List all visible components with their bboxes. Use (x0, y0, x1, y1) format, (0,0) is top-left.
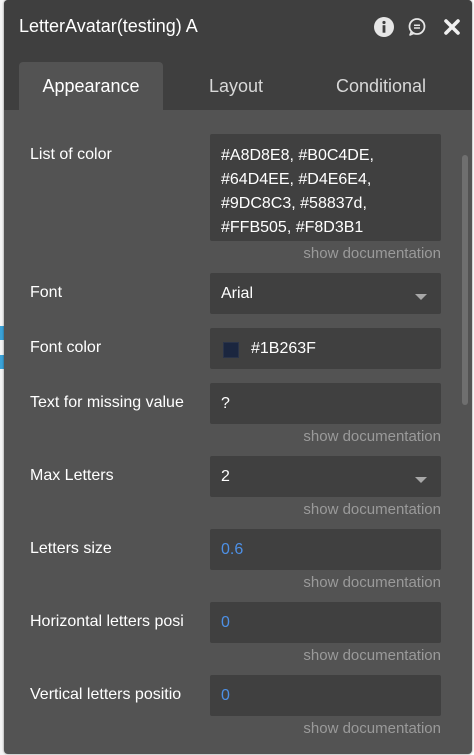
font-label: Font (30, 284, 63, 301)
text-missing-label: Text for missing value (30, 394, 184, 411)
letters-size-value: 0.6 (221, 541, 244, 558)
tab-appearance[interactable]: Appearance (19, 62, 163, 110)
letters-size-input[interactable]: 0.6 (210, 529, 441, 570)
scrollbar[interactable] (462, 155, 468, 405)
show-documentation-link[interactable]: show documentation (303, 720, 441, 737)
show-documentation-link[interactable]: show documentation (303, 574, 441, 591)
font-color-value: #1B263F (251, 340, 316, 357)
font-color-label: Font color (30, 339, 102, 356)
editor-root: LetterAvatar(testing) A Appearance Layou… (0, 0, 474, 755)
vertical-position-label: Vertical letters positio (30, 686, 182, 703)
horizontal-position-value: 0 (221, 614, 230, 631)
show-documentation-link[interactable]: show documentation (303, 501, 441, 518)
panel-title: LetterAvatar(testing) A (19, 16, 198, 36)
max-letters-dropdown[interactable]: 2 (210, 456, 441, 497)
horizontal-position-input[interactable]: 0 (210, 602, 441, 643)
show-documentation-link[interactable]: show documentation (303, 245, 441, 262)
show-documentation-link[interactable]: show documentation (303, 647, 441, 664)
chevron-down-icon (415, 477, 427, 483)
max-letters-label: Max Letters (30, 467, 114, 484)
text-missing-input[interactable]: ? (210, 383, 441, 424)
chevron-down-icon (415, 294, 427, 300)
horizontal-position-label: Horizontal letters posi (30, 613, 184, 630)
close-icon[interactable] (442, 17, 462, 37)
property-editor-panel: LetterAvatar(testing) A Appearance Layou… (4, 0, 472, 754)
vertical-position-input[interactable]: 0 (210, 675, 441, 716)
list-of-color-value: #A8D8E8, #B0C4DE, #64D4EE, #D4E6E4, #9DC… (221, 147, 374, 236)
font-color-field[interactable]: #1B263F (210, 328, 441, 369)
tab-bar: Appearance Layout Conditional (4, 56, 472, 110)
comment-icon[interactable] (407, 17, 427, 37)
text-missing-value: ? (221, 395, 230, 412)
show-documentation-link[interactable]: show documentation (303, 428, 441, 445)
appearance-content: List of color #A8D8E8, #B0C4DE, #64D4EE,… (4, 110, 472, 754)
list-of-color-field[interactable]: #A8D8E8, #B0C4DE, #64D4EE, #D4E6E4, #9DC… (210, 134, 441, 241)
tab-conditional[interactable]: Conditional (308, 62, 454, 110)
font-value: Arial (221, 285, 254, 302)
info-icon[interactable] (374, 17, 394, 37)
list-of-color-label: List of color (30, 146, 112, 163)
vertical-position-value: 0 (221, 687, 230, 704)
letters-size-label: Letters size (30, 540, 112, 557)
color-swatch[interactable] (223, 342, 239, 358)
font-dropdown[interactable]: Arial (210, 273, 441, 314)
panel-header: LetterAvatar(testing) A (4, 0, 472, 56)
max-letters-value: 2 (221, 468, 230, 485)
tab-layout[interactable]: Layout (172, 62, 300, 110)
